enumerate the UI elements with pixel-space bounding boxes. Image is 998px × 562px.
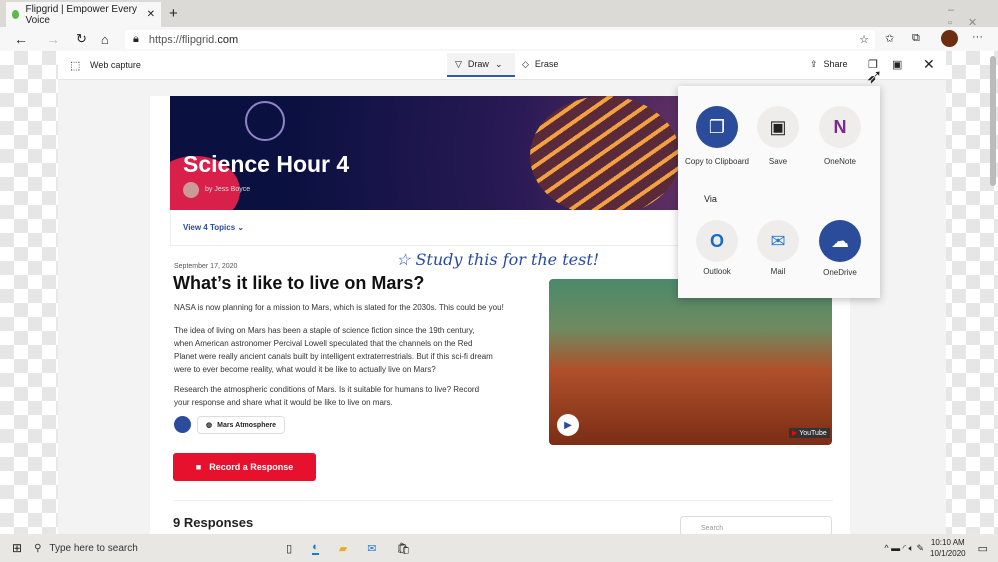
chevron-down-icon[interactable]: ⌄: [495, 59, 503, 70]
record-response-button[interactable]: ■ Record a Response: [173, 453, 316, 481]
responses-search-input[interactable]: Search: [680, 516, 832, 536]
resource-chip[interactable]: ◍ Mars Atmosphere: [197, 416, 285, 434]
topic-paragraph: The idea of living on Mars has been a st…: [174, 326, 493, 374]
edge-icon[interactable]: ◐: [312, 541, 319, 555]
lock-icon: 🔒︎: [133, 33, 139, 45]
avatar[interactable]: [941, 30, 958, 47]
topic-paragraph: Research the atmospheric conditions of M…: [174, 385, 480, 407]
url-domain: com: [217, 33, 239, 46]
planet-graphic: [530, 96, 680, 210]
video-camera-icon: ■: [195, 462, 202, 472]
wikipedia-icon: ◍: [206, 422, 213, 429]
divider: [173, 500, 833, 501]
author-name: by Jess Boyce: [205, 186, 251, 193]
onenote-label: OneNote: [823, 157, 857, 166]
eraser-icon: ◇: [522, 59, 529, 69]
immersive-reader-icon[interactable]: [174, 416, 191, 433]
store-icon[interactable]: 🛍︎: [396, 542, 410, 555]
save-icon[interactable]: ▣: [892, 58, 902, 71]
copy-to-clipboard-button[interactable]: ❐: [696, 106, 738, 148]
tray-icons[interactable]: ^ ▬ ◜ 🔈︎ ✎: [884, 543, 924, 554]
topic-title: What’s it like to live on Mars?: [173, 273, 425, 293]
outlook-label: Outlook: [703, 267, 731, 276]
view-topics-link[interactable]: View 4 Topics ⌄: [183, 223, 244, 232]
record-label: Record a Response: [209, 462, 294, 472]
share-label: Share: [823, 59, 848, 69]
topic-paragraph: NASA is now planning for a mission to Ma…: [174, 303, 504, 312]
collections-icon[interactable]: ⧉: [912, 32, 920, 45]
favorites-icon[interactable]: ✩: [885, 32, 894, 45]
responses-title: 9 Responses: [173, 515, 254, 530]
home-icon[interactable]: ⌂: [101, 32, 109, 47]
tab-title: Flipgrid | Empower Every Voice: [25, 3, 137, 26]
refresh-icon[interactable]: ↻: [76, 31, 87, 47]
youtube-video[interactable]: ▶ ▶ YouTube: [549, 279, 832, 445]
save-label: Save: [768, 157, 788, 166]
search-icon: ⚲: [34, 542, 42, 554]
mail-icon: ✉: [770, 230, 786, 251]
web-capture-title: Web capture: [90, 60, 141, 70]
planet-icon: [245, 101, 285, 141]
onedrive-icon: ☁: [831, 230, 849, 251]
draw-button[interactable]: ▽ Draw ⌄: [447, 53, 515, 77]
url-field[interactable]: 🔒︎ https://flipgrid.com ☆: [125, 30, 875, 49]
notifications-icon[interactable]: ▭: [978, 542, 988, 555]
copy-icon: ❐: [708, 116, 726, 137]
windows-start-icon[interactable]: ⊞: [12, 541, 22, 555]
onenote-button[interactable]: N: [819, 106, 861, 148]
close-tab-icon[interactable]: ✕: [147, 9, 155, 20]
erase-label: Erase: [534, 59, 559, 69]
topics-bar: View 4 Topics ⌄: [170, 210, 680, 246]
resource-label: Mars Atmosphere: [217, 421, 276, 429]
task-view-icon[interactable]: ▯: [286, 542, 292, 555]
web-capture-icon: ⬚: [70, 60, 81, 72]
topic-date: September 17, 2020: [174, 263, 238, 270]
onedrive-button[interactable]: ☁: [819, 220, 861, 262]
favorite-star-icon[interactable]: ☆: [859, 33, 869, 46]
via-heading: Via: [704, 194, 717, 204]
tab-flipgrid[interactable]: Flipgrid | Empower Every Voice ✕: [6, 2, 161, 27]
new-tab-icon[interactable]: +: [169, 5, 178, 22]
annotation-text: Study this for the test!: [415, 250, 600, 269]
forward-icon[interactable]: →: [46, 31, 60, 47]
handwritten-annotation: ☆ Study this for the test!: [396, 250, 600, 269]
clock[interactable]: 10:10 AM 10/1/2020: [930, 537, 966, 559]
youtube-badge: ▶ YouTube: [789, 428, 830, 438]
mail-app-icon[interactable]: ✉: [367, 542, 376, 555]
pen-icon: ▽: [455, 58, 462, 69]
erase-button[interactable]: ◇ Erase: [522, 59, 558, 70]
share-icon: ⇪: [810, 59, 818, 69]
draw-label: Draw: [467, 59, 489, 69]
author-avatar: [183, 182, 199, 198]
share-popup: ❐ ▣ N Copy to Clipboard Save OneNote Via…: [678, 86, 880, 298]
scrollbar[interactable]: [990, 56, 996, 186]
copy-label: Copy to Clipboard: [684, 157, 750, 166]
window-controls[interactable]: –▫✕: [948, 4, 998, 29]
mail-label: Mail: [770, 267, 786, 276]
banner-title: Science Hour 4: [183, 151, 350, 177]
save-button[interactable]: ▣: [757, 106, 799, 148]
mail-button[interactable]: ✉: [757, 220, 799, 262]
close-capture-icon[interactable]: ✕: [923, 56, 935, 73]
outlook-icon: O: [709, 230, 724, 251]
file-explorer-icon[interactable]: ▰: [339, 542, 347, 555]
url-prefix: https://flipgrid.: [148, 33, 218, 46]
play-icon[interactable]: ▶: [557, 414, 579, 436]
save-icon: ▣: [769, 116, 787, 137]
web-capture-toolbar: ⬚ Web capture ▽ Draw ⌄ ◇ Erase ⇪ Share ❐ ▣ ✕: [58, 51, 946, 80]
onedrive-label: OneDrive: [823, 268, 857, 277]
topic-banner: Science Hour 4 by Jess Boyce: [170, 96, 680, 210]
more-icon[interactable]: ···: [972, 31, 983, 43]
back-icon[interactable]: ←: [14, 31, 28, 47]
taskbar-search[interactable]: ⚲ Type here to search: [34, 543, 254, 554]
flipgrid-favicon: [12, 10, 20, 19]
share-button[interactable]: ⇪ Share: [810, 59, 848, 70]
outlook-button[interactable]: O: [696, 220, 738, 262]
onenote-icon: N: [833, 116, 847, 137]
taskbar: ⊞ ⚲ Type here to search ▯ ◐ ▰ ✉ 🛍︎ ^ ▬ ◜ …: [0, 534, 998, 562]
